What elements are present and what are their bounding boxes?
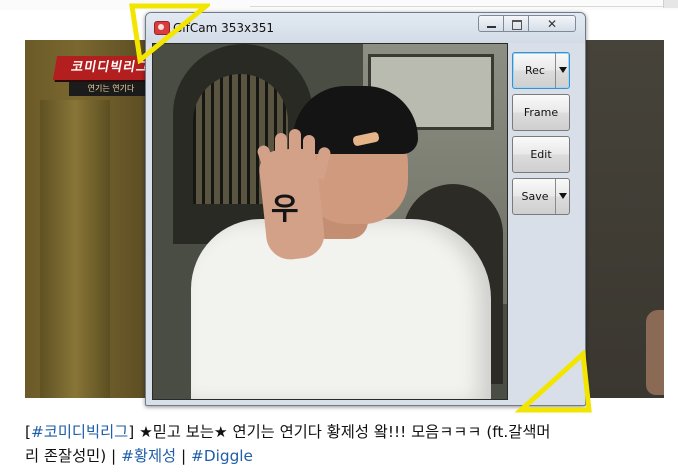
- save-dropdown-icon[interactable]: [555, 179, 569, 214]
- rec-dropdown-icon[interactable]: [555, 53, 569, 88]
- video-bg-person-edge: [646, 310, 664, 395]
- capture-area[interactable]: 우: [152, 43, 508, 400]
- scrollbar-corner[interactable]: [663, 0, 678, 8]
- gifcam-titlebar[interactable]: GifCam 353x351 ✕: [146, 13, 585, 43]
- save-label: Save: [521, 190, 549, 203]
- close-button[interactable]: ✕: [528, 15, 576, 32]
- frame-label: Frame: [523, 106, 559, 119]
- gifcam-controls: Rec Frame Edit Save: [508, 43, 577, 398]
- video-title: [#코미디빅리그] ★믿고 보는★ 연기는 연기다 황제성 왘!!! 모음ㅋㅋㅋ…: [25, 420, 675, 465]
- edit-label: Edit: [530, 148, 552, 161]
- frame-button[interactable]: Frame: [512, 94, 570, 131]
- hashtag-link-diggle[interactable]: #Diggle: [191, 447, 253, 465]
- maximize-icon: [512, 20, 522, 30]
- minimize-button[interactable]: [478, 15, 504, 32]
- hashtag-link-hwangjeseong[interactable]: #황제성: [121, 447, 176, 465]
- video-bg-pillar: [40, 100, 110, 398]
- person-tshirt: [191, 219, 491, 399]
- caption-line2: 리 존잘성민) | #황제성 | #Diggle: [25, 444, 253, 468]
- caption-text-line1: ★믿고 보는★ 연기는 연기다 황제성 왘!!! 모음ㅋㅋㅋ (ft.갈색머: [134, 423, 551, 441]
- hand-writing: 우: [271, 192, 299, 227]
- caption-text-line2: 리 존잘성민) |: [25, 447, 122, 465]
- rec-label: Rec: [525, 64, 545, 77]
- bottom-right-marker-icon: [515, 350, 592, 413]
- gifcam-window[interactable]: GifCam 353x351 ✕ 우 Rec Frame Edit Save: [145, 12, 586, 406]
- show-logo-sub: 연기는 연기다: [69, 82, 153, 96]
- rec-button[interactable]: Rec: [512, 52, 570, 89]
- edit-button[interactable]: Edit: [512, 136, 570, 173]
- maximize-button[interactable]: [503, 15, 529, 32]
- save-button[interactable]: Save: [512, 178, 570, 215]
- minimize-icon: [487, 26, 496, 28]
- browser-page: 코미디빅리그 연기는 연기다 GifCam 353x351 ✕ 우 Rec Fr…: [0, 0, 678, 474]
- top-strip: [0, 0, 678, 10]
- top-left-marker-icon: [129, 3, 210, 64]
- close-icon: ✕: [546, 17, 558, 31]
- hashtag-link-comedy-big-league[interactable]: #코미디빅리그: [31, 423, 128, 441]
- top-divider: [250, 6, 678, 7]
- caption-separator: |: [176, 447, 192, 465]
